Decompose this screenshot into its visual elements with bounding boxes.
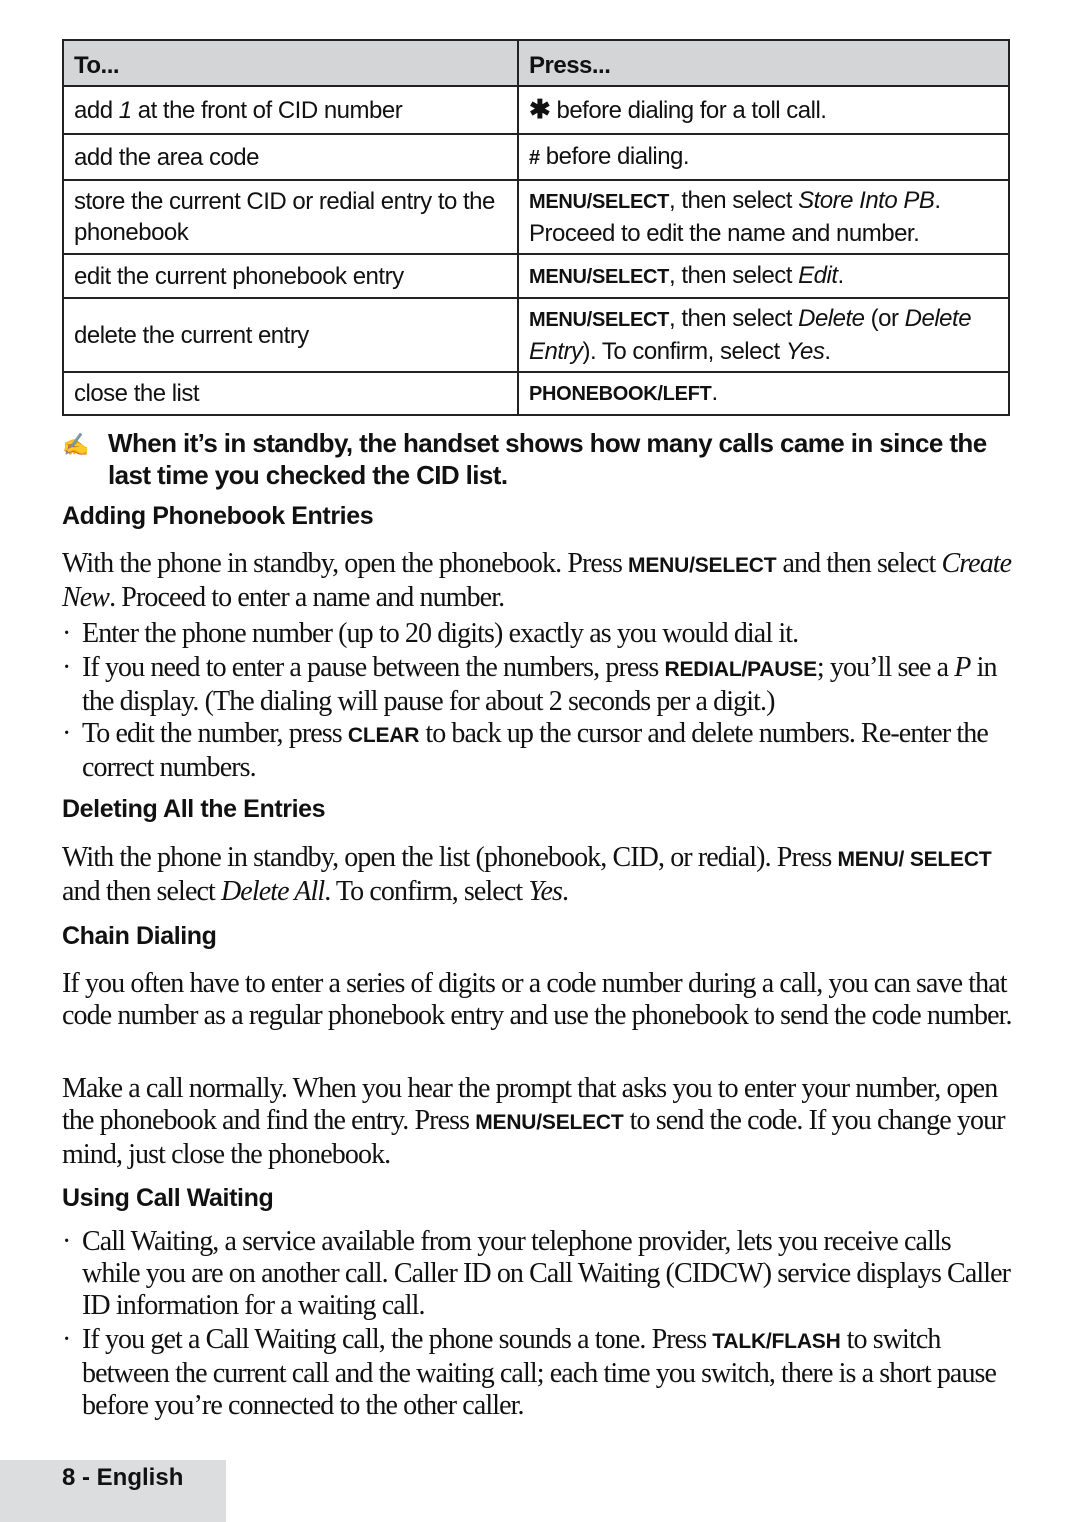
table-header-row: To... Press... <box>62 39 1010 87</box>
heading-using-call-waiting: Using Call Waiting <box>62 1184 274 1212</box>
cell-press: ✱ before dialing for a toll call. <box>517 85 1010 135</box>
bullet-icon: · <box>62 1226 71 1257</box>
key-label: MENU/SELECT <box>529 309 670 331</box>
key-label: MENU/SELECT <box>475 1111 624 1134</box>
heading-adding-phonebook-entries: Adding Phonebook Entries <box>62 502 374 530</box>
page-footer: 8 - English <box>0 1460 226 1522</box>
header-press: Press... <box>517 39 1010 87</box>
command-table: To... Press... add 1 at the front of CID… <box>62 39 1010 416</box>
cell-to: add 1 at the front of CID number <box>62 85 519 135</box>
table-row: delete the current entry MENU/SELECT, th… <box>62 297 1010 373</box>
heading-chain-dialing: Chain Dialing <box>62 922 217 950</box>
bullet-icon: · <box>62 1324 71 1355</box>
list-item: · If you need to enter a pause between th… <box>62 652 997 717</box>
table-row: edit the current phonebook entry MENU/SE… <box>62 253 1010 299</box>
cell-press: MENU/SELECT, then select Store Into PB. … <box>517 179 1010 255</box>
key-label: MENU/SELECT <box>628 554 777 577</box>
key-label: REDIAL/PAUSE <box>664 658 818 681</box>
command-table-container: To... Press... add 1 at the front of CID… <box>62 39 1010 416</box>
list-item: · Enter the phone number (up to 20 digits… <box>62 618 799 649</box>
adding-intro-paragraph: With the phone in standby, open the phon… <box>62 548 1012 613</box>
chain-paragraph-2: Make a call normally. When you hear the … <box>62 1073 1006 1170</box>
star-key-icon: ✱ <box>529 94 551 124</box>
bullet-icon: · <box>62 652 71 683</box>
key-label: MENU/SELECT <box>529 265 670 288</box>
deleting-paragraph: With the phone in standby, open the list… <box>62 842 992 907</box>
cell-press: MENU/SELECT, then select Delete (or Dele… <box>517 297 1010 373</box>
pound-key-icon: # <box>529 146 540 169</box>
cell-to: close the list <box>62 371 519 416</box>
table-row: close the list PHONEBOOK/LEFT. <box>62 371 1010 416</box>
cell-to: delete the current entry <box>62 297 519 373</box>
page-number-label: 8 - English <box>62 1464 184 1491</box>
cell-to: edit the current phonebook entry <box>62 253 519 299</box>
standby-note: ✍ When it’s in standby, the handset show… <box>62 427 1008 491</box>
note-text: When it’s in standby, the handset shows … <box>108 428 987 490</box>
cell-to: add the area code <box>62 133 519 181</box>
table-row: add 1 at the front of CID number ✱ befor… <box>62 85 1010 135</box>
key-label: CLEAR <box>347 724 420 747</box>
header-to: To... <box>62 39 519 87</box>
bullet-icon: · <box>62 618 71 649</box>
list-item: · To edit the number, press CLEAR to back… <box>62 718 989 783</box>
list-item: · Call Waiting, a service available from … <box>62 1226 1011 1321</box>
key-label: TALK/FLASH <box>712 1330 841 1353</box>
cell-press: PHONEBOOK/LEFT. <box>517 371 1010 416</box>
key-label: PHONEBOOK/LEFT <box>529 383 712 405</box>
key-label: MENU/ SELECT <box>837 848 992 871</box>
cell-to: store the current CID or redial entry to… <box>62 179 519 255</box>
table-row: store the current CID or redial entry to… <box>62 179 1010 255</box>
key-label: MENU/SELECT <box>529 191 670 213</box>
cell-press: # before dialing. <box>517 133 1010 181</box>
chain-paragraph-1: If you often have to enter a series of d… <box>62 968 1013 1031</box>
table-row: add the area code # before dialing. <box>62 133 1010 181</box>
list-item: · If you get a Call Waiting call, the pho… <box>62 1324 997 1421</box>
writing-hand-icon: ✍ <box>62 432 89 457</box>
bullet-icon: · <box>62 718 71 749</box>
cell-press: MENU/SELECT, then select Edit. <box>517 253 1010 299</box>
heading-deleting-all-entries: Deleting All the Entries <box>62 795 326 823</box>
